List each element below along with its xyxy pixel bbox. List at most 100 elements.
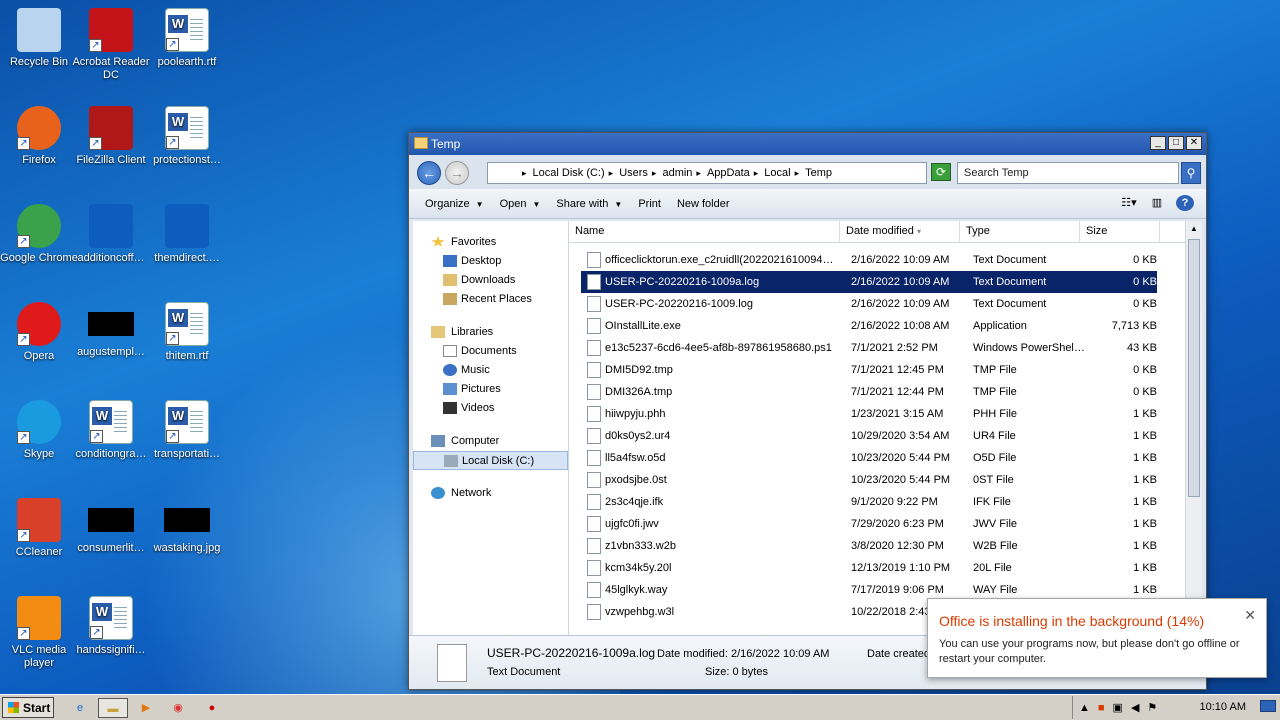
speaker-icon[interactable]: ◀ (1131, 701, 1139, 714)
nav-recent-places[interactable]: Recent Places (413, 290, 568, 309)
desktop-icon-item[interactable]: ↗ FileZilla Client (72, 106, 150, 167)
file-row[interactable]: OInstallLite.exe 2/16/2022 10:08 AM Applic… (581, 315, 1157, 337)
show-desktop-button[interactable] (1260, 700, 1276, 712)
breadcrumb-arrow-icon[interactable]: ▸ (696, 168, 701, 178)
breadcrumb-arrow-icon[interactable]: ▸ (652, 168, 657, 178)
help-icon[interactable]: ? (1176, 195, 1194, 211)
action-center-icon[interactable]: ⚑ (1147, 701, 1157, 714)
breadcrumb-arrow-icon[interactable]: ▸ (754, 168, 759, 178)
breadcrumb-arrow-icon[interactable]: ▸ (522, 168, 527, 178)
desktop-icon-item[interactable]: ↗ VLC media player (0, 596, 78, 670)
maximize-button[interactable]: □ (1168, 136, 1184, 150)
tray-network-icon[interactable]: ▣ (1113, 701, 1123, 714)
media-player-icon[interactable]: ▶ (134, 698, 158, 718)
nav-local-disk[interactable]: Local Disk (C:) (413, 451, 568, 470)
nav-documents[interactable]: Documents (413, 342, 568, 361)
desktop-icon-item[interactable]: augustempl… (72, 302, 150, 359)
breadcrumb-segment[interactable]: admin (662, 167, 692, 179)
column-header-date[interactable]: Date modified ▾ (840, 221, 960, 242)
desktop-icon-item[interactable]: themdirect.… (148, 204, 226, 265)
file-row[interactable]: e13c5237-6cd6-4ee5-af8b-897861958680.ps1… (581, 337, 1157, 359)
search-input[interactable]: Search Temp (957, 162, 1179, 184)
file-row[interactable]: DMI5D92.tmp 7/1/2021 12:45 PM TMP File 0 KB (581, 359, 1157, 381)
file-row[interactable]: USER-PC-20220216-1009.log 2/16/2022 10:09… (581, 293, 1157, 315)
nav-pictures[interactable]: Pictures (413, 380, 568, 399)
desktop-icon-item[interactable]: ↗ thitem.rtf (148, 302, 226, 363)
file-row[interactable]: d0ks0ys2.ur4 10/29/2020 3:54 AM UR4 File 1 … (581, 425, 1157, 447)
window-titlebar[interactable]: Temp _ □ ✕ (409, 133, 1206, 155)
desktop-icon-item[interactable]: ↗ Google Chrome (0, 204, 78, 265)
desktop-icon-item[interactable]: ↗ protectionst… (148, 106, 226, 167)
close-button[interactable]: ✕ (1186, 136, 1202, 150)
nav-network[interactable]: Network (413, 484, 568, 503)
opera-taskbar-icon[interactable]: ● (200, 698, 224, 718)
minimize-button[interactable]: _ (1150, 136, 1166, 150)
organize-button[interactable]: Organize ▼ (417, 198, 492, 210)
clock[interactable]: 10:10 AM (1200, 701, 1246, 713)
desktop-icon-item[interactable]: ↗ poolearth.rtf (148, 8, 226, 69)
nav-downloads[interactable]: Downloads (413, 271, 568, 290)
word-document-icon: ↗ (165, 106, 209, 150)
column-header-name[interactable]: Name (569, 221, 840, 242)
forward-button[interactable]: → (445, 161, 469, 185)
breadcrumb-arrow-icon[interactable]: ▸ (795, 168, 800, 178)
nav-computer[interactable]: Computer (413, 432, 568, 451)
file-row[interactable]: USER-PC-20220216-1009a.log 2/16/2022 10:0… (581, 271, 1157, 293)
file-row[interactable]: kcm34k5y.20l 12/13/2019 1:10 PM 20L File 1 … (581, 557, 1157, 579)
vertical-scrollbar[interactable]: ▲ (1185, 221, 1202, 635)
nav-favorites[interactable]: Favorites (413, 233, 568, 252)
breadcrumb-segment[interactable]: AppData (707, 167, 750, 179)
file-row[interactable]: ll5a4fsw.o5d 10/23/2020 5:44 PM O5D File 1 … (581, 447, 1157, 469)
office-install-notification[interactable]: Office is installing in the background (… (927, 598, 1267, 678)
new-folder-button[interactable]: New folder (669, 198, 738, 210)
desktop-icon-item[interactable]: Recycle Bin (0, 8, 78, 69)
desktop-icon-item[interactable]: ↗ handssignifi… (72, 596, 150, 657)
scroll-up-icon[interactable]: ▲ (1186, 221, 1202, 237)
nav-libraries[interactable]: Libraries (413, 323, 568, 342)
desktop-icon-item[interactable]: ↗ Firefox (0, 106, 78, 167)
file-row[interactable]: hiiwpyju.phh 1/23/2021 3:15 AM PHH File 1 K… (581, 403, 1157, 425)
desktop-icon-item[interactable]: ↗ conditiongra… (72, 400, 150, 461)
file-row[interactable]: ujgfc0fi.jwv 7/29/2020 6:23 PM JWV File 1 K… (581, 513, 1157, 535)
desktop-icon-item[interactable]: wastaking.jpg (148, 498, 226, 555)
open-button[interactable]: Open ▼ (492, 198, 549, 210)
nav-music[interactable]: Music (413, 361, 568, 380)
breadcrumb-segment[interactable]: Local Disk (C:) (533, 167, 605, 179)
search-icon[interactable]: ⚲ (1181, 162, 1201, 184)
desktop-icon-item[interactable]: ↗ Skype (0, 400, 78, 461)
address-bar[interactable]: ▸ Local Disk (C:) ▸ Users ▸ admin ▸ AppData ▸ Loc… (487, 162, 927, 184)
tray-expand-icon[interactable]: ▲ (1079, 702, 1090, 714)
file-row[interactable]: pxodsjbe.0st 10/23/2020 5:44 PM 0ST File 1 … (581, 469, 1157, 491)
scrollbar-thumb[interactable] (1188, 239, 1200, 497)
file-row[interactable]: 2s3c4qje.ifk 9/1/2020 9:22 PM IFK File 1 KB (581, 491, 1157, 513)
back-button[interactable]: ← (417, 161, 441, 185)
close-icon[interactable]: ✕ (1244, 607, 1256, 624)
ie-icon[interactable]: e (68, 698, 92, 718)
nav-videos[interactable]: Videos (413, 399, 568, 418)
desktop-icon-item[interactable]: ↗ transportati… (148, 400, 226, 461)
breadcrumb-segment[interactable]: Local (764, 167, 790, 179)
chrome-taskbar-icon[interactable]: ◉ (166, 698, 190, 718)
refresh-button[interactable]: ⟳ (931, 163, 951, 181)
file-row[interactable]: DMI326A.tmp 7/1/2021 12:44 PM TMP File 0 KB (581, 381, 1157, 403)
column-header-size[interactable]: Size (1080, 221, 1160, 242)
desktop-icon-item[interactable]: ↗ CCleaner (0, 498, 78, 559)
breadcrumb-arrow-icon[interactable]: ▸ (609, 168, 614, 178)
desktop-icon-item[interactable]: consumerlit… (72, 498, 150, 555)
file-row[interactable]: officeclicktorun.exe_c2ruidll(2022021610… (581, 249, 1157, 271)
preview-pane-icon[interactable]: ▥ (1148, 195, 1166, 211)
share-with-button[interactable]: Share with ▼ (548, 198, 630, 210)
print-button[interactable]: Print (630, 198, 669, 210)
breadcrumb-segment[interactable]: Temp (805, 167, 832, 179)
column-header-type[interactable]: Type (960, 221, 1080, 242)
desktop-icon-item[interactable]: additioncoff… (72, 204, 150, 265)
view-options-icon[interactable]: ☷▾ (1120, 195, 1138, 211)
explorer-taskbar-icon[interactable]: ▬ (98, 698, 128, 718)
nav-desktop[interactable]: Desktop (413, 252, 568, 271)
desktop-icon-item[interactable]: ↗ Opera (0, 302, 78, 363)
file-row[interactable]: z1vbn333.w2b 3/8/2020 12:30 PM W2B File 1 K… (581, 535, 1157, 557)
breadcrumb-segment[interactable]: Users (619, 167, 648, 179)
desktop-icon-item[interactable]: ↗ Acrobat Reader DC (72, 8, 150, 82)
start-button[interactable]: Start (2, 697, 54, 718)
office-tray-icon[interactable]: ■ (1098, 702, 1105, 714)
